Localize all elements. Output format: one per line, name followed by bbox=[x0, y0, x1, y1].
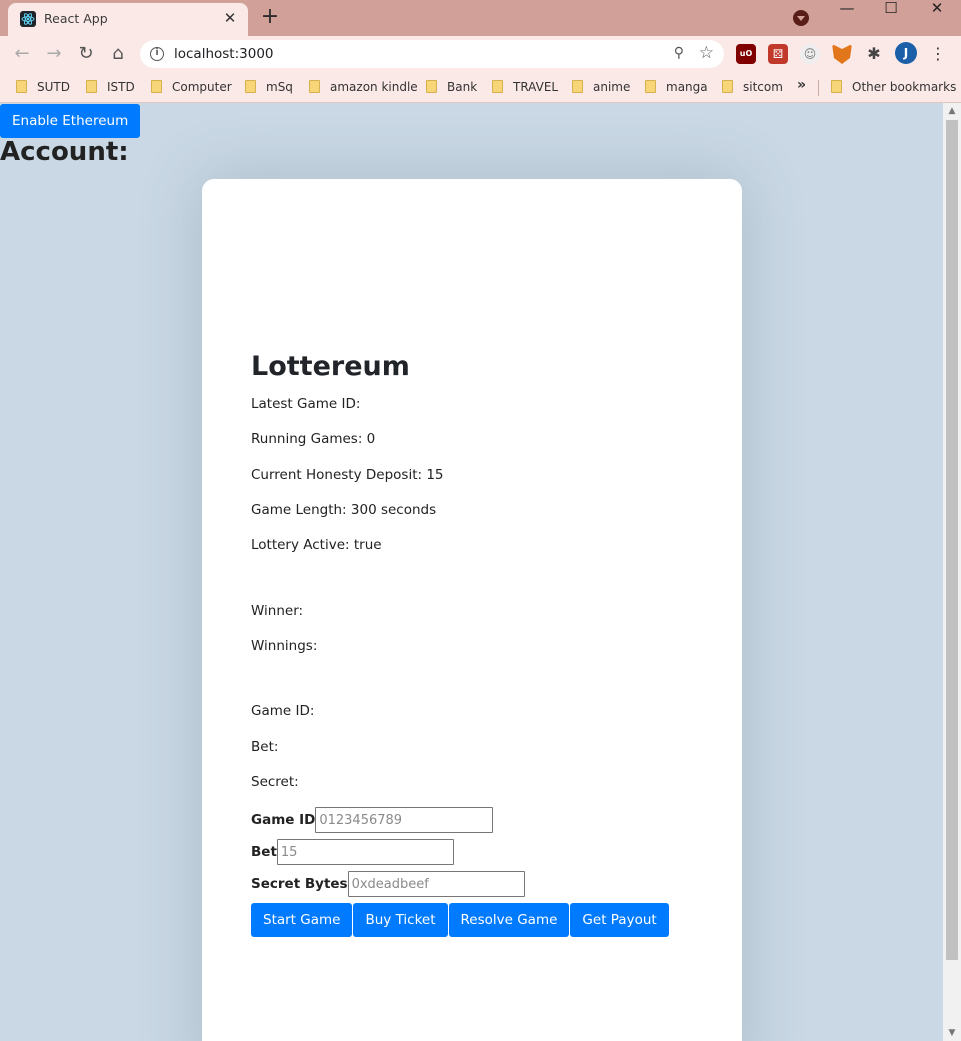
site-info-icon[interactable]: i bbox=[150, 47, 164, 61]
lottery-active: Lottery Active: true bbox=[251, 537, 382, 553]
game-id-label: Game ID bbox=[251, 812, 316, 828]
resolve-game-button[interactable]: Resolve Game bbox=[448, 903, 570, 937]
bookmark-msq[interactable]: mSq bbox=[245, 78, 293, 96]
bookmark-travel[interactable]: TRAVEL bbox=[492, 78, 558, 96]
address-bar[interactable]: i localhost:3000 ⚲ ☆ bbox=[140, 40, 724, 68]
folder-icon bbox=[426, 80, 437, 93]
winner-text: Winner: bbox=[251, 603, 304, 619]
browser-menu-icon[interactable]: ⋮ bbox=[928, 42, 948, 66]
bookmarks-divider bbox=[818, 80, 819, 96]
honesty-deposit: Current Honesty Deposit: 15 bbox=[251, 467, 444, 483]
folder-icon bbox=[572, 80, 583, 93]
bookmark-star-icon[interactable]: ☆ bbox=[699, 43, 714, 63]
zoom-icon[interactable]: ⚲ bbox=[674, 45, 684, 61]
folder-icon bbox=[86, 80, 97, 93]
url-text[interactable]: localhost:3000 bbox=[174, 46, 274, 62]
bookmarks-bar: SUTD ISTD Computer mSq amazon kindle Ban… bbox=[0, 72, 961, 103]
more-bookmarks-icon[interactable]: » bbox=[797, 77, 806, 93]
back-icon[interactable]: ← bbox=[10, 42, 34, 66]
ublock-extension-icon[interactable]: uO bbox=[736, 44, 756, 64]
scroll-up-icon[interactable]: ▲ bbox=[943, 103, 961, 119]
maximize-icon[interactable]: ☐ bbox=[868, 0, 914, 16]
browser-tab[interactable]: React App ✕ bbox=[8, 3, 248, 36]
metamask-fox-icon[interactable] bbox=[832, 44, 852, 64]
bookmark-manga[interactable]: manga bbox=[645, 78, 708, 96]
lottery-card: Lottereum Latest Game ID: Running Games:… bbox=[202, 179, 742, 1041]
close-tab-icon[interactable]: ✕ bbox=[220, 8, 240, 28]
bookmark-sutd[interactable]: SUTD bbox=[16, 78, 70, 96]
reload-icon[interactable]: ↻ bbox=[74, 42, 98, 66]
profile-avatar[interactable]: J bbox=[895, 42, 917, 64]
latest-game-id: Latest Game ID: bbox=[251, 396, 361, 412]
ticket-bet: Bet: bbox=[251, 739, 279, 755]
action-buttons: Start Game Buy Ticket Resolve Game Get P… bbox=[251, 903, 670, 937]
home-icon[interactable]: ⌂ bbox=[106, 42, 130, 66]
bookmark-amazon-kindle[interactable]: amazon kindle bbox=[309, 78, 418, 96]
card-title: Lottereum bbox=[251, 351, 410, 382]
running-games: Running Games: 0 bbox=[251, 431, 376, 447]
get-payout-button[interactable]: Get Payout bbox=[570, 903, 669, 937]
bookmark-other[interactable]: Other bookmarks bbox=[831, 78, 956, 96]
folder-icon bbox=[831, 80, 842, 93]
bet-input[interactable] bbox=[276, 839, 454, 865]
window-close-icon[interactable]: ✕ bbox=[914, 0, 960, 16]
account-heading: Account: bbox=[0, 137, 129, 167]
bet-row: Bet bbox=[251, 839, 454, 865]
bookmark-computer[interactable]: Computer bbox=[151, 78, 232, 96]
start-game-button[interactable]: Start Game bbox=[251, 903, 353, 937]
ghost-extension-icon[interactable]: ☺ bbox=[800, 44, 820, 64]
browser-toolbar: ← → ↻ ⌂ i localhost:3000 ⚲ ☆ uO ⚄ ☺ ✱ J … bbox=[0, 36, 961, 72]
ticket-secret: Secret: bbox=[251, 774, 299, 790]
browser-titlebar: React App ✕ + — ☐ ✕ bbox=[0, 0, 961, 36]
game-id-row: Game ID bbox=[251, 807, 494, 833]
game-id-input[interactable] bbox=[315, 807, 494, 833]
page-viewport: Enable Ethereum Account: Lottereum Lates… bbox=[0, 103, 943, 1041]
forward-icon[interactable]: → bbox=[42, 42, 66, 66]
tab-search-icon[interactable] bbox=[793, 10, 809, 26]
dice-extension-icon[interactable]: ⚄ bbox=[768, 44, 788, 64]
react-logo-icon bbox=[20, 11, 36, 27]
buy-ticket-button[interactable]: Buy Ticket bbox=[353, 903, 448, 937]
scrollbar-thumb[interactable] bbox=[946, 120, 958, 960]
folder-icon bbox=[16, 80, 27, 93]
tab-title: React App bbox=[44, 11, 108, 26]
page-scrollbar[interactable]: ▲ ▼ bbox=[943, 103, 961, 1041]
secret-bytes-label: Secret Bytes bbox=[251, 876, 348, 892]
ticket-game-id: Game ID: bbox=[251, 703, 315, 719]
folder-icon bbox=[492, 80, 503, 93]
extensions-puzzle-icon[interactable]: ✱ bbox=[864, 44, 884, 64]
secret-bytes-row: Secret Bytes bbox=[251, 871, 525, 897]
folder-icon bbox=[245, 80, 256, 93]
folder-icon bbox=[722, 80, 733, 93]
bookmark-bank[interactable]: Bank bbox=[426, 78, 477, 96]
bet-label: Bet bbox=[251, 844, 277, 860]
bookmark-istd[interactable]: ISTD bbox=[86, 78, 135, 96]
bookmark-anime[interactable]: anime bbox=[572, 78, 630, 96]
new-tab-button[interactable]: + bbox=[258, 5, 282, 29]
minimize-icon[interactable]: — bbox=[824, 0, 870, 16]
secret-bytes-input[interactable] bbox=[347, 871, 525, 897]
scroll-down-icon[interactable]: ▼ bbox=[943, 1025, 961, 1041]
enable-ethereum-button[interactable]: Enable Ethereum bbox=[0, 104, 141, 138]
game-length: Game Length: 300 seconds bbox=[251, 502, 437, 518]
folder-icon bbox=[151, 80, 162, 93]
folder-icon bbox=[645, 80, 656, 93]
folder-icon bbox=[309, 80, 320, 93]
winnings-text: Winnings: bbox=[251, 638, 318, 654]
bookmark-sitcom[interactable]: sitcom bbox=[722, 78, 783, 96]
